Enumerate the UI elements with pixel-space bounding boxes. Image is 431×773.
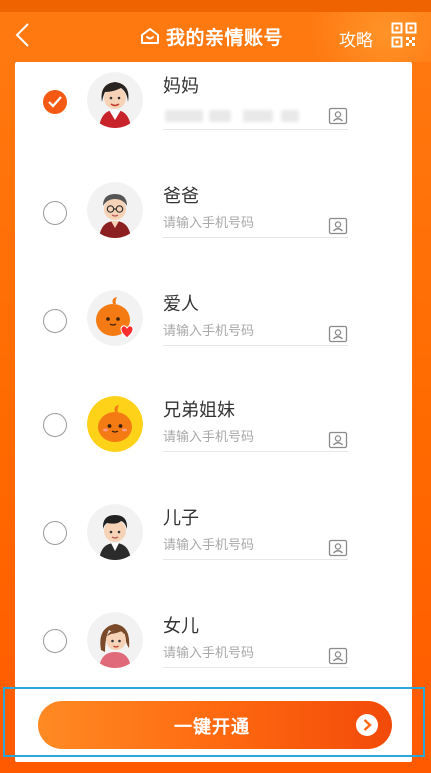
contact-book-icon[interactable] (328, 324, 348, 344)
phone-input-son[interactable] (163, 532, 348, 560)
qr-code-button[interactable] (391, 22, 417, 48)
contact-book-icon[interactable] (328, 646, 348, 666)
contact-book-icon[interactable] (328, 216, 348, 236)
phone-input-spouse[interactable] (163, 318, 348, 346)
relative-name-siblings: 兄弟姐妹 (163, 400, 235, 421)
radio-father[interactable] (43, 201, 67, 225)
relatives-panel: 妈妈 爸爸 请输入手机号码 爱人 请输入手机号码 兄弟姐妹 请输入手机号码 儿子… (15, 62, 412, 762)
phone-field-mother-masked[interactable] (163, 102, 348, 130)
avatar-father (87, 182, 143, 238)
list-item-son[interactable]: 儿子 (15, 494, 412, 602)
contact-book-icon[interactable] (328, 106, 348, 126)
activate-all-button[interactable]: 一键开通 (38, 701, 392, 749)
radio-son[interactable] (43, 521, 67, 545)
radio-siblings[interactable] (43, 413, 67, 437)
avatar-spouse (87, 290, 143, 346)
relative-name-father: 爸爸 (163, 186, 199, 207)
phone-input-father[interactable] (163, 210, 348, 238)
phone-input-daughter[interactable] (163, 640, 348, 668)
radio-spouse[interactable] (43, 309, 67, 333)
radio-daughter[interactable] (43, 629, 67, 653)
contact-book-icon[interactable] (328, 538, 348, 558)
avatar-son (87, 504, 143, 560)
relative-name-daughter: 女儿 (163, 616, 199, 637)
strategy-link[interactable]: 攻略 (339, 26, 373, 51)
check-icon (48, 96, 62, 108)
list-item-mother[interactable]: 妈妈 (15, 62, 412, 170)
status-bar (0, 0, 431, 12)
chevron-right-circle-icon (356, 714, 378, 736)
back-button[interactable] (10, 20, 40, 50)
avatar-siblings (87, 396, 143, 452)
list-item-father[interactable]: 爸爸 (15, 170, 412, 278)
list-item-spouse[interactable]: 爱人 (15, 278, 412, 386)
contact-book-icon[interactable] (328, 430, 348, 450)
page-title: 我的亲情账号 (140, 22, 283, 50)
phone-input-siblings[interactable] (163, 424, 348, 452)
avatar-mother (87, 72, 143, 128)
house-icon (141, 28, 159, 44)
qr-code-icon (391, 22, 417, 48)
radio-mother[interactable] (43, 90, 67, 114)
relative-name-son: 儿子 (163, 508, 199, 529)
avatar-daughter (87, 612, 143, 668)
header: 我的亲情账号 攻略 (0, 12, 431, 62)
chevron-left-icon (15, 23, 29, 47)
relative-name-mother: 妈妈 (163, 76, 199, 97)
list-item-siblings[interactable]: 兄弟姐妹 (15, 386, 412, 494)
activate-all-label: 一键开通 (174, 717, 250, 738)
relative-name-spouse: 爱人 (163, 294, 199, 315)
page-title-text: 我的亲情账号 (166, 26, 284, 49)
